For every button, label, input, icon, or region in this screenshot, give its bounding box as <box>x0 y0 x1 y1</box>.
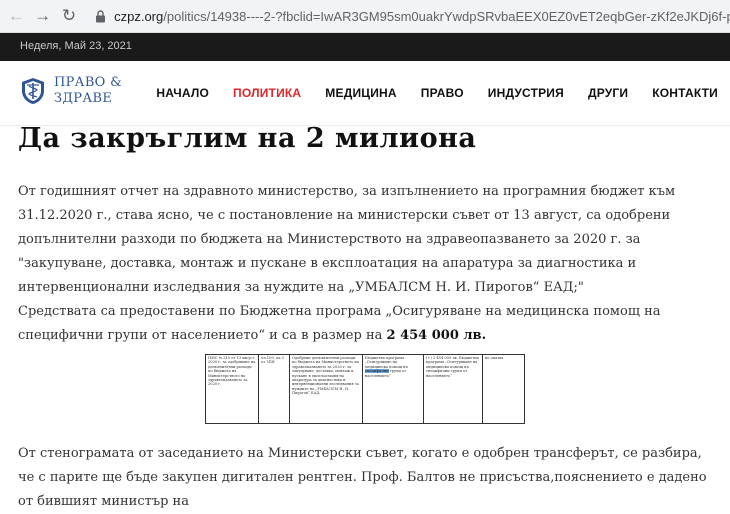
paragraph-2-text: Средствата са предоставени по Бюджетна п… <box>18 304 661 343</box>
address-bar[interactable]: czpz.org/politics/14938----2-?fbclid=IwA… <box>114 9 730 24</box>
table-cell-article: чл.109, ал.3 от ЗПФ <box>258 354 290 424</box>
table-cell-decree: ПМС № 210 от 13 август 2020 г. за одобря… <box>205 354 259 424</box>
forward-arrow-icon[interactable]: → <box>32 5 52 27</box>
url-path: /politics/14938----2-?fbclid=IwAR3GM95sm… <box>163 8 730 24</box>
article-title: Да закръглим на 2 милиона <box>18 123 477 154</box>
document-table-image: ПМС № 210 от 13 август 2020 г. за одобря… <box>205 354 525 424</box>
reload-icon[interactable]: ↻ <box>59 5 79 27</box>
highlighted-word: специфични <box>365 369 389 374</box>
browser-toolbar: ← → ↻ czpz.org/politics/14938----2-?fbcl… <box>0 0 730 33</box>
site-header: ПРАВО & ЗДРАВЕ НАЧАЛО ПОЛИТИКА МЕДИЦИНА … <box>0 61 730 126</box>
menu-item-law[interactable]: ПРАВО <box>421 86 464 100</box>
menu-item-contacts[interactable]: КОНТАКТИ <box>652 86 718 100</box>
top-bar: Неделя, Май 23, 2021 <box>0 33 730 61</box>
table-cell-impact: не оказва <box>482 354 525 424</box>
funding-amount: 2 454 000 лв. <box>386 328 487 343</box>
table-cell-amount: (+) 2 454 000 лв. Бюджетна програма „Оси… <box>423 354 483 424</box>
table-cell-program: Бюджетна програма „Осигуряване на медици… <box>362 354 424 424</box>
current-date: Неделя, Май 23, 2021 <box>20 40 132 52</box>
main-menu: НАЧАЛО ПОЛИТИКА МЕДИЦИНА ПРАВО ИНДУСТРИЯ… <box>132 86 718 100</box>
logo-emblem-icon <box>22 78 44 104</box>
lock-icon[interactable] <box>93 8 108 24</box>
menu-item-other[interactable]: ДРУГИ <box>588 86 628 100</box>
site-logo[interactable]: ПРАВО & ЗДРАВЕ <box>18 75 122 107</box>
article-paragraph-3: От стенограмата от заседанието на Минист… <box>18 446 707 509</box>
menu-item-industry[interactable]: ИНДУСТРИЯ <box>488 86 564 100</box>
program-text-a: Бюджетна програма „Осигуряване на медици… <box>365 356 408 369</box>
url-domain: czpz.org <box>114 8 164 24</box>
menu-item-politics[interactable]: ПОЛИТИКА <box>233 86 301 100</box>
menu-item-home[interactable]: НАЧАЛО <box>156 86 209 100</box>
article-paragraph-2: Средствата са предоставени по Бюджетна п… <box>18 300 718 348</box>
menu-item-medicine[interactable]: МЕДИЦИНА <box>325 86 397 100</box>
table-cell-description: Одобрени допълнителни разходи по бюджета… <box>289 354 363 424</box>
back-arrow-icon[interactable]: ← <box>6 5 26 27</box>
site-logo-text: ПРАВО & ЗДРАВЕ <box>54 75 122 107</box>
logo-line-2: ЗДРАВЕ <box>54 91 113 106</box>
article-paragraph-1: От годишният отчет на здравното министер… <box>18 184 676 295</box>
logo-line-1: ПРАВО & <box>54 75 122 90</box>
